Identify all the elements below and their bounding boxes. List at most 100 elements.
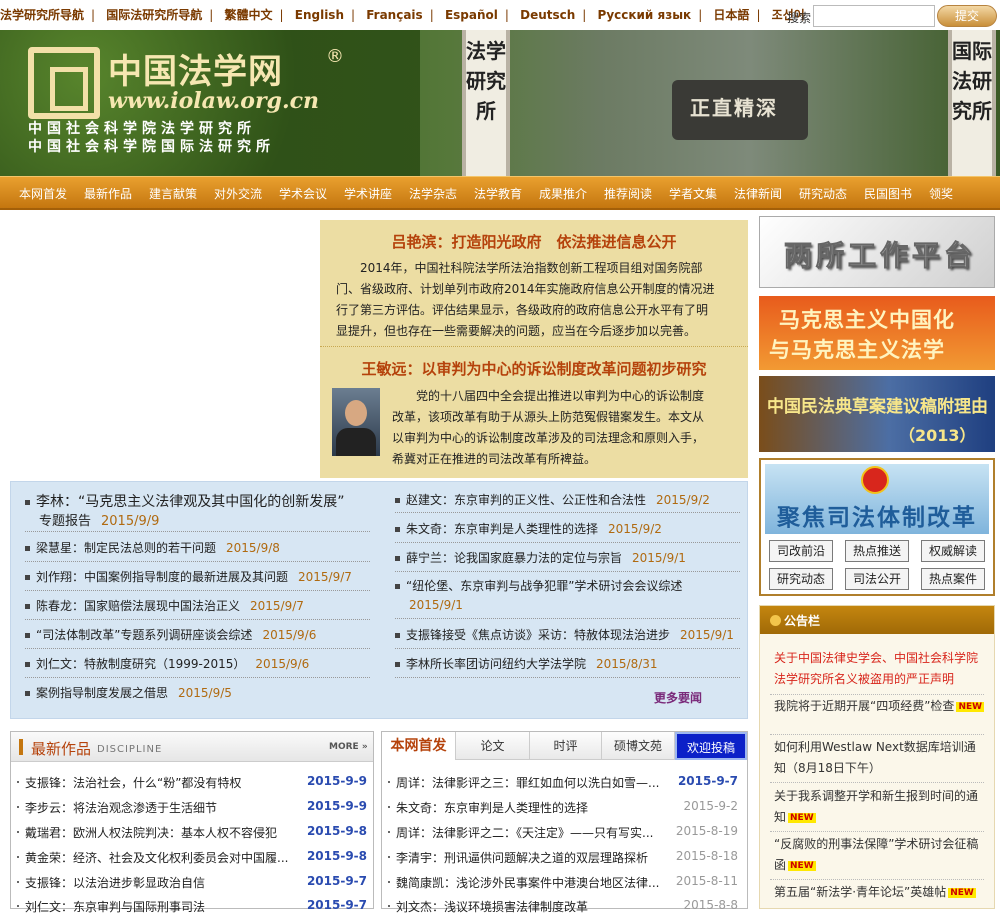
summary-line: 2014年，中国社科院法学所法治指数创新工程项目组对国务院部 [336,261,703,275]
institute-name-intl-law: 中国社会科学院国际法研究所 [28,139,275,155]
main-nav: 本网首发 最新作品 建言献策 对外交流 学术会议 学术讲座 法学杂志 法学教育 … [0,176,1000,210]
tab-commentary[interactable]: 时评 [530,732,602,760]
news-item[interactable]: 刘仁文：特赦制度研究（1999-2015） 2015/9/6 [25,655,309,672]
summary-line: 以审判为中心的诉讼制度改革涉及的司法理念和原则入手， [392,431,705,445]
reform-link-hot-cases[interactable]: 热点案件 [921,568,985,590]
nav-item-law-news[interactable]: 法律新闻 [734,185,782,202]
news-item[interactable]: 朱文奇：东京审判是人类理性的选择 2015/9/2 [395,520,662,537]
separator: | [698,8,703,22]
judicial-reform-banner[interactable]: 聚焦司法体制改革 [765,464,989,534]
row-divider [770,879,984,880]
news-item[interactable]: 案例指导制度发展之借思 2015/9/5 [25,684,232,701]
nav-item-education[interactable]: 法学教育 [474,185,522,202]
latest-works-title[interactable]: 最新作品 [31,738,91,759]
notice-item[interactable]: 第五届“新法学·青年论坛”英雄帖 NEW [774,882,986,903]
reform-link-authoritative[interactable]: 权威解读 [921,540,985,562]
row-divider [25,561,370,562]
top-bar: 法学研究所导航 | 国际法研究所导航 | 繁體中文 | English | França… [0,0,1000,30]
news-item[interactable]: 赵建文：东京审判的正义性、公正性和合法性 2015/9/2 [395,491,710,508]
site-url: www.iolaw.org.cn [108,88,319,114]
news-item[interactable]: “司法体制改革”专题系列调研座谈会综述 2015/9/6 [25,626,316,643]
news-item[interactable]: “纽伦堡、东京审判与战争犯罪”学术研讨会会议综述 [395,577,682,594]
search-input[interactable] [813,5,935,27]
notice-board: 公告栏 关于中国法律史学会、中国社会科学院法学研究所名义被盗用的严正声明 我院将… [759,605,995,909]
author-photo[interactable] [332,388,380,456]
search-submit-button[interactable]: 提交 [937,5,997,27]
site-logo-icon[interactable] [28,47,100,119]
nav-item-lectures[interactable]: 学术讲座 [344,185,392,202]
notice-item[interactable]: 关于中国法律史学会、中国社会科学院法学研究所名义被盗用的严正声明 [774,648,986,690]
new-badge: NEW [788,860,816,871]
nav-item-scholars[interactable]: 学者文集 [669,185,717,202]
nav-item-awards[interactable]: 领奖 [929,185,953,202]
news-item[interactable]: 陈春龙：国家赔偿法展现中国法治正义 2015/9/7 [25,597,304,614]
banner-text: 两所工作平台 [783,239,977,273]
news-item[interactable]: 李林所长率团访问纽约大学法学院 2015/8/31 [395,655,658,672]
nav-item-research[interactable]: 研究动态 [799,185,847,202]
reform-link-judicial-open[interactable]: 司法公开 [845,568,909,590]
nav-link-intl-law-institute[interactable]: 国际法研究所导航 [106,6,202,23]
separator: | [351,8,356,22]
tab-home-first[interactable]: 本网首发 [382,732,456,760]
row-divider [25,677,370,678]
reform-title: 聚焦司法体制改革 [777,505,977,531]
nav-item-conferences[interactable]: 学术会议 [279,185,327,202]
reform-link-research[interactable]: 研究动态 [769,568,833,590]
latest-works-more-link[interactable]: MORE » [329,742,368,752]
bullet-icon [770,615,781,626]
notice-item[interactable]: 关于我系调整开学和新生报到时间的通知 NEW [774,786,986,828]
nav-item-home-first[interactable]: 本网首发 [19,185,67,202]
lang-link-russian[interactable]: Русский язык [598,8,692,22]
summary-line: 党的十八届四中全会提出推进以审判为中心的诉讼制度 [392,389,705,403]
news-item[interactable]: 支振锋接受《焦点访谈》采访：特赦体现法治进步 2015/9/1 [395,626,734,643]
nav-item-reading[interactable]: 推荐阅读 [604,185,652,202]
nav-item-advice[interactable]: 建言献策 [149,185,197,202]
institute-name-law: 中国社会科学院法学研究所 [28,121,256,137]
row-divider [395,542,740,543]
lang-link-english[interactable]: English [295,8,344,22]
news-panel: 李林：“马克思主义法律观及其中国化的创新发展” 专题报告 2015/9/9 梁慧星… [10,481,748,719]
row-divider [770,831,984,832]
banner-text: 中国民法典草案建议稿附理由 [767,397,988,417]
news-item[interactable]: 李林：“马克思主义法律观及其中国化的创新发展” [25,491,345,511]
notice-header: 公告栏 [760,606,994,634]
notice-item[interactable]: 我院将于近期开展“四项经费”检查 NEW [774,696,986,717]
more-news-link[interactable]: 更多要闻 [654,689,702,706]
separator: | [91,8,96,22]
slideshow-area[interactable] [0,212,318,478]
row-divider [25,648,370,649]
lang-link-traditional-chinese[interactable]: 繁體中文 [225,6,273,23]
lang-link-german[interactable]: Deutsch [520,8,575,22]
notice-item[interactable]: 如何利用Westlaw Next数据库培训通知（8月18日下午） [774,737,986,779]
site-title[interactable]: 中国法学网 [108,44,283,93]
news-item[interactable]: 薛宁兰：论我国家庭暴力法的定位与宗旨 2015/9/1 [395,549,686,566]
tab-graduate-works[interactable]: 硕博文苑 [602,732,675,760]
submit-article-button[interactable]: 欢迎投稿 [675,732,747,760]
judicial-reform-panel: 聚焦司法体制改革 司改前沿 热点推送 权威解读 研究动态 司法公开 热点案件 [759,458,995,596]
notice-item[interactable]: “反腐败的刑事法保障”学术研讨会征稿函 NEW [774,834,986,876]
marxism-banner[interactable]: 马克思主义中国化 与马克思主义法学 [759,296,995,370]
reform-link-hot-push[interactable]: 热点推送 [845,540,909,562]
nav-item-exchange[interactable]: 对外交流 [214,185,262,202]
civil-code-banner[interactable]: 中国民法典草案建议稿附理由 （2013） [759,376,995,452]
platform-banner[interactable]: 两所工作平台 [759,216,995,288]
lang-link-spanish[interactable]: Español [445,8,498,22]
nav-item-achievements[interactable]: 成果推介 [539,185,587,202]
nav-link-law-institute[interactable]: 法学研究所导航 [0,6,84,23]
news-item[interactable]: 刘作翔：中国案例指导制度的最新进展及其问题 2015/9/7 [25,568,352,585]
news-item[interactable]: 梁慧星：制定民法总则的若干问题 2015/9/8 [25,539,280,556]
nav-item-republic-books[interactable]: 民国图书 [864,185,912,202]
reform-link-frontier[interactable]: 司改前沿 [769,540,833,562]
summary-line: 改革，该项改革有助于从源头上防范冤假错案发生。本文从 [392,410,705,424]
summary-line: 门、省级政府、计划单列市政府2014年实施政府信息公开制度的情况进 [336,282,715,296]
featured-title-2[interactable]: 王敏远：以审判为中心的诉讼制度改革问题初步研究 [320,358,748,379]
featured-title-1[interactable]: 吕艳滨：打造阳光政府 依法推进信息公开 [320,231,748,252]
gate-sign-intl-law: 国际法研究所 [948,30,996,176]
nav-item-latest[interactable]: 最新作品 [84,185,132,202]
lang-link-japanese[interactable]: 日本語 [713,6,749,23]
latest-works-panel: 最新作品 DISCIPLINE MORE » 支振锋：法治社会，什么“粉”都没有… [10,731,374,914]
news-item-continued[interactable]: 专题报告 2015/9/9 [39,510,159,529]
lang-link-french[interactable]: Français [366,8,422,22]
nav-item-journals[interactable]: 法学杂志 [409,185,457,202]
tab-papers[interactable]: 论文 [456,732,530,760]
